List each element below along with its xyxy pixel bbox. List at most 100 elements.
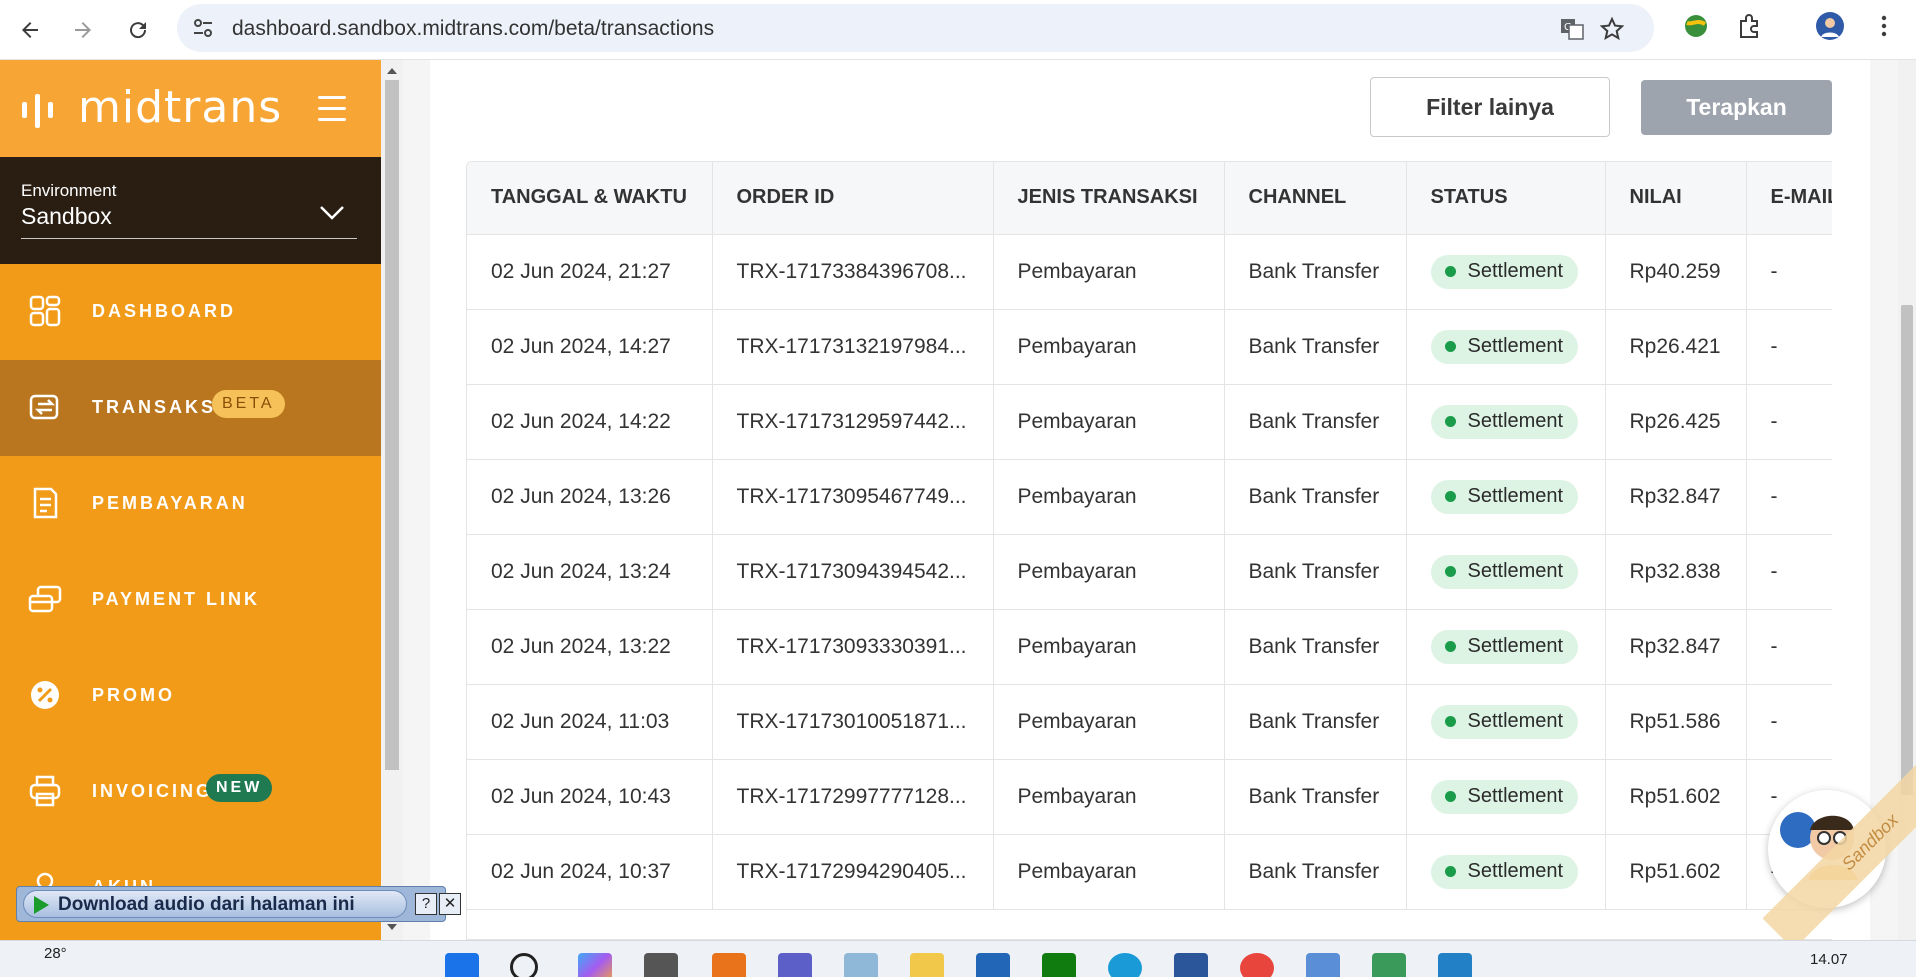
chevron-down-icon[interactable] bbox=[318, 203, 346, 223]
apply-button[interactable]: Terapkan bbox=[1641, 80, 1832, 135]
table-row[interactable]: 02 Jun 2024, 21:27 TRX-17173384396708... P… bbox=[467, 234, 1832, 310]
scroll-up-arrow-icon[interactable] bbox=[387, 68, 397, 74]
table-row[interactable]: 02 Jun 2024, 10:37 TRX-17172994290405... P… bbox=[467, 834, 1832, 910]
column-header-order-id[interactable]: ORDER ID bbox=[712, 162, 994, 235]
new-badge: NEW bbox=[206, 774, 273, 802]
cell-order-id[interactable]: TRX-17172997777128... bbox=[712, 759, 994, 835]
sidebar-item-payment-link[interactable]: PAYMENT LINK bbox=[0, 552, 381, 648]
help-button[interactable]: ? bbox=[415, 893, 437, 915]
table-row[interactable]: 02 Jun 2024, 13:24 TRX-17173094394542... P… bbox=[467, 534, 1832, 610]
download-audio-button[interactable]: Download audio dari halaman ini bbox=[23, 890, 407, 918]
table-row[interactable]: 02 Jun 2024, 14:22 TRX-17173129597442... P… bbox=[467, 384, 1832, 460]
translate-icon[interactable]: G bbox=[1559, 16, 1585, 42]
sidebar-item-pembayaran[interactable]: PEMBAYARAN bbox=[0, 456, 381, 552]
filter-more-button[interactable]: Filter lainya bbox=[1370, 77, 1610, 137]
table-row[interactable]: 02 Jun 2024, 10:43 TRX-17172997777128... P… bbox=[467, 759, 1832, 835]
reload-button[interactable] bbox=[118, 10, 158, 50]
address-bar[interactable]: dashboard.sandbox.midtrans.com/beta/tran… bbox=[177, 4, 1654, 52]
cell-amount: Rp26.421 bbox=[1605, 309, 1747, 385]
cell-type: Pembayaran bbox=[993, 309, 1225, 385]
cell-channel: Bank Transfer bbox=[1224, 309, 1407, 385]
cell-channel: Bank Transfer bbox=[1224, 234, 1407, 310]
cell-amount: Rp26.425 bbox=[1605, 384, 1747, 460]
reload-icon bbox=[130, 22, 147, 39]
cell-order-id[interactable]: TRX-17173094394542... bbox=[712, 534, 994, 610]
close-button[interactable]: ✕ bbox=[439, 893, 461, 915]
store-icon[interactable] bbox=[976, 953, 1010, 977]
cell-order-id[interactable]: TRX-17173095467749... bbox=[712, 459, 994, 535]
taskbar-clock[interactable]: 14.07 bbox=[1810, 951, 1848, 968]
weather-temperature[interactable]: 28° bbox=[44, 945, 67, 962]
cell-order-id[interactable]: TRX-17173129597442... bbox=[712, 384, 994, 460]
cell-order-id[interactable]: TRX-17173384396708... bbox=[712, 234, 994, 310]
browser-menu-icon[interactable] bbox=[1868, 10, 1900, 42]
cell-type: Pembayaran bbox=[993, 459, 1225, 535]
status-dot-icon bbox=[1444, 791, 1456, 802]
table-row[interactable]: 02 Jun 2024, 14:27 TRX-17173132197984... P… bbox=[467, 309, 1832, 385]
column-header-amount[interactable]: NILAI bbox=[1605, 162, 1747, 235]
environment-selector[interactable]: Environment Sandbox bbox=[0, 157, 381, 264]
column-header-type[interactable]: JENIS TRANSAKSI bbox=[993, 162, 1225, 235]
sidebar-scrollbar[interactable] bbox=[381, 60, 403, 940]
cell-email: - bbox=[1746, 309, 1832, 385]
cell-type: Pembayaran bbox=[993, 534, 1225, 610]
column-header-date[interactable]: TANGGAL & WAKTU bbox=[467, 162, 713, 235]
cell-date: 02 Jun 2024, 13:26 bbox=[467, 459, 713, 535]
environment-label: Environment bbox=[21, 181, 117, 200]
teams-icon[interactable] bbox=[778, 953, 812, 977]
hamburger-menu-icon[interactable] bbox=[318, 96, 346, 122]
back-button[interactable] bbox=[10, 10, 50, 50]
sidebar-item-promo[interactable]: PROMO bbox=[0, 648, 381, 744]
profile-avatar[interactable] bbox=[1814, 10, 1846, 42]
url-text[interactable]: dashboard.sandbox.midtrans.com/beta/tran… bbox=[232, 17, 714, 41]
task-view-icon[interactable] bbox=[644, 953, 678, 977]
page-scroll-thumb[interactable] bbox=[1901, 305, 1913, 795]
site-settings-icon[interactable] bbox=[191, 16, 215, 40]
cell-email: - bbox=[1746, 384, 1832, 460]
sidebar-item-dashboard[interactable]: DASHBOARD bbox=[0, 264, 381, 360]
forward-button[interactable] bbox=[63, 10, 103, 50]
cell-amount: Rp32.838 bbox=[1605, 534, 1747, 610]
extension-globe-icon[interactable] bbox=[1680, 10, 1712, 42]
back-arrow-icon bbox=[22, 22, 38, 38]
cell-order-id[interactable]: TRX-17173010051871... bbox=[712, 684, 994, 760]
column-header-email[interactable]: E-MAIL bbox=[1746, 162, 1832, 235]
scroll-down-arrow-icon[interactable] bbox=[387, 924, 397, 930]
column-header-status[interactable]: STATUS bbox=[1406, 162, 1606, 235]
table-row[interactable]: 02 Jun 2024, 13:26 TRX-17173095467749... P… bbox=[467, 459, 1832, 535]
sidebar-item-label: INVOICING bbox=[92, 781, 214, 801]
cell-status: Settlement bbox=[1406, 609, 1606, 685]
cell-order-id[interactable]: TRX-17172994290405... bbox=[712, 834, 994, 910]
extensions-puzzle-icon[interactable] bbox=[1734, 10, 1766, 42]
bookmark-star-icon[interactable] bbox=[1599, 16, 1625, 42]
copilot-icon[interactable] bbox=[578, 953, 612, 977]
table-row[interactable]: 02 Jun 2024, 11:03 TRX-17173010051871... P… bbox=[467, 684, 1832, 760]
cell-order-id[interactable]: TRX-17173093330391... bbox=[712, 609, 994, 685]
mongodb-icon[interactable] bbox=[1372, 953, 1406, 977]
vscode-icon[interactable] bbox=[1438, 953, 1472, 977]
cell-date: 02 Jun 2024, 13:22 bbox=[467, 609, 713, 685]
cell-channel: Bank Transfer bbox=[1224, 759, 1407, 835]
matlab-icon[interactable] bbox=[712, 953, 746, 977]
sidebar-scroll-thumb[interactable] bbox=[385, 80, 399, 770]
chrome-icon[interactable] bbox=[1240, 953, 1274, 977]
cell-channel: Bank Transfer bbox=[1224, 534, 1407, 610]
xbox-icon[interactable] bbox=[1042, 953, 1076, 977]
file-explorer-icon[interactable] bbox=[910, 953, 944, 977]
column-header-channel[interactable]: CHANNEL bbox=[1224, 162, 1407, 235]
cell-date: 02 Jun 2024, 14:22 bbox=[467, 384, 713, 460]
sidebar-item-invoicing[interactable]: INVOICING NEW bbox=[0, 744, 381, 840]
word-icon[interactable] bbox=[1174, 953, 1208, 977]
edge-icon[interactable] bbox=[1108, 953, 1142, 977]
camera-icon[interactable] bbox=[844, 953, 878, 977]
start-windows-icon[interactable] bbox=[445, 953, 479, 977]
cell-order-id[interactable]: TRX-17173132197984... bbox=[712, 309, 994, 385]
environment-value[interactable]: Sandbox bbox=[21, 203, 112, 230]
table-row[interactable]: 02 Jun 2024, 13:22 TRX-17173093330391... P… bbox=[467, 609, 1832, 685]
cell-date: 02 Jun 2024, 10:37 bbox=[467, 834, 713, 910]
notepad-icon[interactable] bbox=[1306, 953, 1340, 977]
status-badge: Settlement bbox=[1430, 854, 1579, 889]
sidebar-item-transaksi[interactable]: TRANSAKSI BETA bbox=[0, 360, 381, 456]
cell-amount: Rp32.847 bbox=[1605, 609, 1747, 685]
search-icon[interactable] bbox=[510, 953, 538, 977]
